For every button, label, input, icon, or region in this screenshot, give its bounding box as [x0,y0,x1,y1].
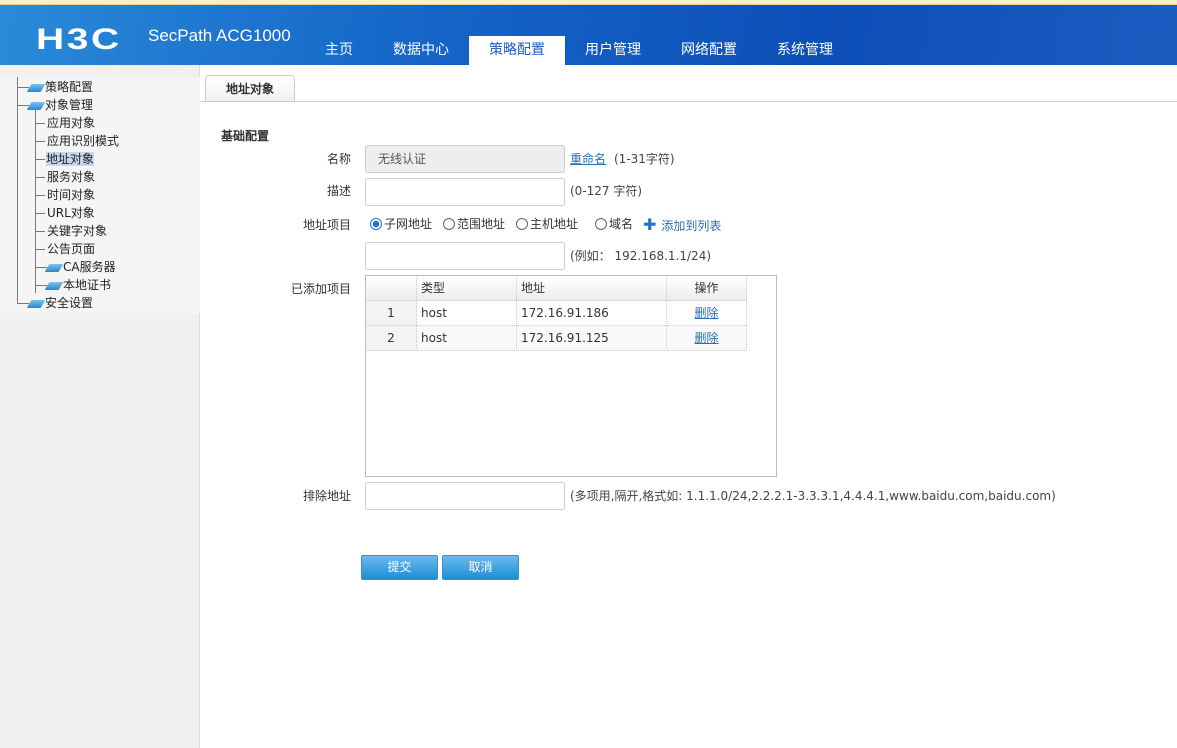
name-label: 名称 [326,152,351,166]
exclude-hint: (多项用,隔开,格式如: 1.1.1.0/24,2.2.2.1-3.3.3.1,… [570,489,1056,503]
nav-policy-config[interactable]: 策略配置 [469,36,565,65]
nav-network-config[interactable]: 网络配置 [668,36,750,65]
radio-checked-icon [370,218,382,230]
tree-item-service-object[interactable]: 服务对象 [47,168,95,186]
nav-tree: 策略配置 对象管理 应用对象 应用识别模式 地址对象 服务对象 时间对象 URL… [0,77,200,313]
folder-icon [44,263,64,272]
radio-icon [443,218,455,230]
plus-icon: ✚ [643,215,657,234]
desc-input[interactable] [365,178,565,206]
nav-user-management[interactable]: 用户管理 [572,36,654,65]
address-input[interactable] [365,242,565,270]
exclude-label: 排除地址 [302,489,351,503]
tree-item-ca-server[interactable]: CA服务器 [44,258,116,276]
tree-item-url-object[interactable]: URL对象 [47,204,95,222]
nav-data-center[interactable]: 数据中心 [380,36,462,65]
tree-item-object-management[interactable]: 对象管理 [26,96,93,114]
tree-item-app-object[interactable]: 应用对象 [47,114,95,132]
product-name: SecPath ACG1000 [148,26,291,45]
header: H3C SecPath ACG1000 主页 数据中心 策略配置 用户管理 网络… [0,5,1177,65]
tree-item-app-recognition[interactable]: 应用识别模式 [47,132,119,150]
desc-label: 描述 [326,184,351,198]
exclude-input[interactable] [365,482,565,510]
name-field: 无线认证 [365,145,565,173]
table-header: 类型 地址 操作 [366,276,747,301]
folder-icon [26,299,46,308]
name-hint: (1-31字符) [614,152,675,166]
radio-icon [516,218,528,230]
rename-link[interactable]: 重命名 [570,150,606,167]
tree-item-keyword-object[interactable]: 关键字对象 [47,222,107,240]
radio-subnet[interactable]: 子网地址 [370,215,432,232]
added-items-table: 类型 地址 操作 1 host 172.16.91.186 删除 2 host … [365,275,777,477]
col-type: 类型 [417,276,517,301]
tree-item-security-settings[interactable]: 安全设置 [26,294,93,312]
section-title: 基础配置 [221,129,270,143]
address-hint: (例如： 192.168.1.1/24) [570,249,712,263]
radio-icon [595,218,607,230]
address-item-label: 地址项目 [302,218,351,232]
nav-home[interactable]: 主页 [310,36,368,65]
sidebar: 策略配置 对象管理 应用对象 应用识别模式 地址对象 服务对象 时间对象 URL… [0,65,200,748]
radio-domain[interactable]: 域名 [595,215,633,232]
table-row: 2 host 172.16.91.125 删除 [366,326,747,351]
table-row: 1 host 172.16.91.186 删除 [366,301,747,326]
added-items-label: 已添加项目 [290,282,351,296]
add-to-list-button[interactable]: ✚ 添加到列表 [643,215,721,234]
h3c-logo: H3C [36,23,122,56]
tab-address-object[interactable]: 地址对象 [205,75,295,102]
tree-item-time-object[interactable]: 时间对象 [47,186,95,204]
folder-open-icon [26,101,46,110]
desc-hint: (0-127 字符) [570,184,643,198]
radio-range[interactable]: 范围地址 [443,215,505,232]
tree-item-notice-page[interactable]: 公告页面 [47,240,95,258]
folder-icon [44,281,64,290]
cancel-button[interactable]: 取消 [442,555,519,580]
tree-item-address-object[interactable]: 地址对象 [46,150,95,168]
nav-system-management[interactable]: 系统管理 [764,36,846,65]
tree-item-policy-config[interactable]: 策略配置 [26,78,93,96]
delete-link[interactable]: 删除 [694,306,718,320]
folder-icon [26,83,46,92]
col-address: 地址 [517,276,667,301]
submit-button[interactable]: 提交 [361,555,438,580]
tree-item-local-cert[interactable]: 本地证书 [44,276,111,294]
delete-link[interactable]: 删除 [694,331,718,345]
col-action: 操作 [667,276,747,301]
radio-host[interactable]: 主机地址 [516,215,578,232]
tab-divider [201,101,1177,102]
